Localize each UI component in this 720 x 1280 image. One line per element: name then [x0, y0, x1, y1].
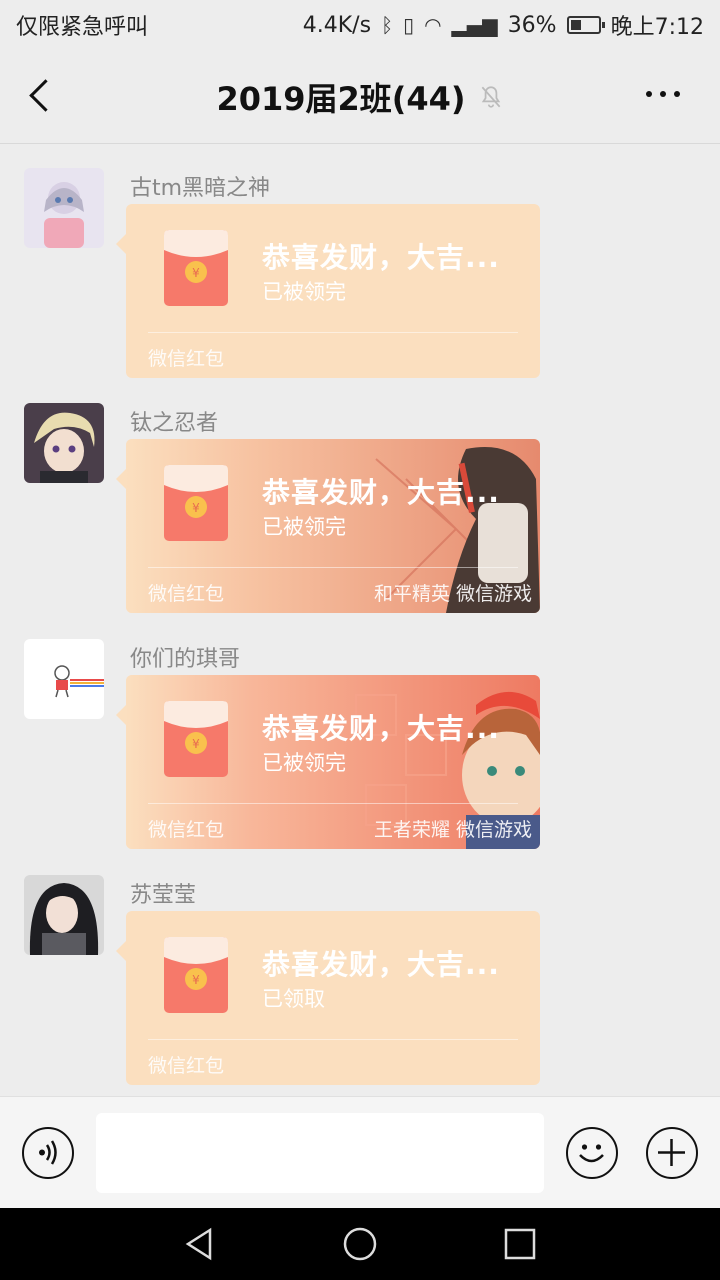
- avatar[interactable]: [24, 875, 104, 955]
- svg-text:¥: ¥: [192, 973, 200, 987]
- battery-icon: [566, 16, 605, 34]
- clock: 晚上7:12: [610, 15, 704, 40]
- wifi-icon: ◠: [424, 13, 442, 37]
- nav-home-icon[interactable]: [342, 1226, 378, 1262]
- divider: [148, 803, 518, 804]
- packet-title: 恭喜发财，大吉...: [262, 712, 500, 745]
- sender-name: 古tm黑暗之神: [130, 176, 271, 201]
- more-dots-icon[interactable]: [646, 84, 686, 104]
- bluetooth-icon: ᛒ: [381, 13, 394, 37]
- vibrate-icon: ▯: [403, 13, 415, 37]
- packet-footer: 微信红包: [148, 819, 225, 841]
- plus-icon[interactable]: [646, 1127, 698, 1179]
- signal-icon: ▂▄▆: [451, 13, 498, 37]
- packet-status: 已被领完: [262, 751, 346, 775]
- status-bar: 仅限紧急呼叫 4.4K/s ᛒ ▯ ◠ ▂▄▆ 36% 晚上7:12: [0, 0, 720, 50]
- red-envelope-icon: ¥: [164, 465, 228, 541]
- packet-status: 已领取: [262, 987, 325, 1011]
- sender-name: 钛之忍者: [130, 411, 219, 436]
- packet-footer: 微信红包: [148, 348, 225, 370]
- packet-title: 恭喜发财，大吉...: [262, 241, 500, 274]
- system-nav-bar: [0, 1208, 720, 1280]
- divider: [148, 1039, 518, 1040]
- message-input[interactable]: [96, 1113, 544, 1193]
- input-bar: [0, 1096, 720, 1208]
- red-envelope-icon: ¥: [164, 701, 228, 777]
- game-label: 王者荣耀 微信游戏: [373, 819, 532, 841]
- packet-status: 已被领完: [262, 515, 346, 539]
- svg-text:¥: ¥: [192, 737, 200, 751]
- sender-name: 苏莹莹: [130, 883, 197, 908]
- svg-text:¥: ¥: [192, 266, 200, 280]
- packet-status: 已被领完: [262, 280, 346, 304]
- avatar[interactable]: [24, 168, 104, 248]
- sender-name: 你们的琪哥: [130, 647, 241, 672]
- packet-title: 恭喜发财，大吉...: [262, 476, 500, 509]
- packet-footer: 微信红包: [148, 1055, 225, 1077]
- divider: [148, 332, 518, 333]
- red-packet-card[interactable]: ¥ 恭喜发财，大吉... 已被领完 微信红包 和平精英 微信游戏: [126, 439, 540, 613]
- game-label: 和平精英 微信游戏: [373, 583, 532, 605]
- nav-recents-icon[interactable]: [502, 1226, 538, 1262]
- voice-icon[interactable]: [22, 1127, 74, 1179]
- red-envelope-icon: ¥: [164, 230, 228, 306]
- battery-percent: 36%: [507, 12, 557, 38]
- red-envelope-icon: ¥: [164, 937, 228, 1013]
- avatar[interactable]: [24, 639, 104, 719]
- chat-title: 2019届2班(44): [216, 79, 466, 118]
- red-packet-card[interactable]: ¥ 恭喜发财，大吉... 已领取 微信红包: [126, 911, 540, 1085]
- red-packet-card[interactable]: ¥ 恭喜发财，大吉... 已被领完 微信红包 王者荣耀 微信游戏: [126, 675, 540, 849]
- nav-back-icon[interactable]: [182, 1226, 218, 1262]
- chat-header: 2019届2班(44): [0, 50, 720, 144]
- bell-off-icon: [481, 85, 500, 108]
- status-icons: 4.4K/s ᛒ ▯ ◠ ▂▄▆ 36% 晚上7:12: [303, 9, 704, 41]
- svg-text:¥: ¥: [192, 501, 200, 515]
- chevron-left-icon[interactable]: [26, 78, 54, 114]
- packet-title: 恭喜发财，大吉...: [262, 948, 500, 981]
- divider: [148, 567, 518, 568]
- emoji-icon[interactable]: [566, 1127, 618, 1179]
- avatar[interactable]: [24, 403, 104, 483]
- red-packet-card[interactable]: ¥ 恭喜发财，大吉... 已被领完 微信红包: [126, 204, 540, 378]
- packet-footer: 微信红包: [148, 583, 225, 605]
- carrier-label: 仅限紧急呼叫: [16, 15, 149, 40]
- network-speed: 4.4K/s: [302, 12, 372, 38]
